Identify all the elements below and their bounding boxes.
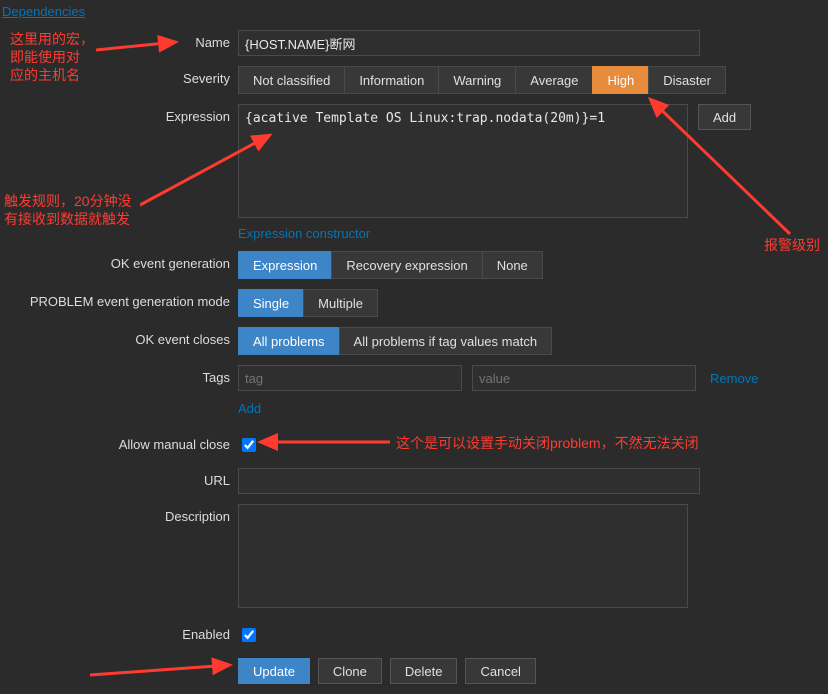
tag-name-input[interactable] (238, 365, 462, 391)
label-enabled: Enabled (0, 622, 238, 648)
name-input[interactable] (238, 30, 700, 56)
label-tags: Tags (0, 365, 238, 391)
label-ok-closes: OK event closes (0, 327, 238, 353)
ok-closes-group: All problemsAll problems if tag values m… (238, 327, 828, 355)
seg-average[interactable]: Average (515, 66, 593, 94)
tag-value-input[interactable] (472, 365, 696, 391)
url-input[interactable] (238, 468, 700, 494)
update-button[interactable]: Update (238, 658, 310, 684)
enabled-checkbox[interactable] (242, 628, 256, 642)
seg-multiple[interactable]: Multiple (303, 289, 378, 317)
ok-gen-group: ExpressionRecovery expressionNone (238, 251, 828, 279)
severity-group: Not classifiedInformationWarningAverageH… (238, 66, 828, 94)
label-problem-mode: PROBLEM event generation mode (0, 289, 238, 315)
label-expression: Expression (0, 104, 238, 130)
manual-close-checkbox[interactable] (242, 438, 256, 452)
label-description: Description (0, 504, 238, 530)
seg-all-problems[interactable]: All problems (238, 327, 340, 355)
seg-not-classified[interactable]: Not classified (238, 66, 345, 94)
seg-none[interactable]: None (482, 251, 543, 279)
add-tag-link[interactable]: Add (238, 401, 261, 416)
label-manual-close: Allow manual close (0, 432, 238, 458)
problem-mode-group: SingleMultiple (238, 289, 828, 317)
label-url: URL (0, 468, 238, 494)
cancel-button[interactable]: Cancel (465, 658, 535, 684)
add-expression-button[interactable]: Add (698, 104, 751, 130)
seg-single[interactable]: Single (238, 289, 304, 317)
label-severity: Severity (0, 66, 238, 92)
trigger-form: Name Severity Not classifiedInformationW… (0, 30, 828, 694)
description-textarea[interactable] (238, 504, 688, 608)
seg-recovery-expression[interactable]: Recovery expression (331, 251, 482, 279)
clone-button[interactable]: Clone (318, 658, 382, 684)
delete-button[interactable]: Delete (390, 658, 458, 684)
label-ok-gen: OK event generation (0, 251, 238, 277)
label-name: Name (0, 30, 238, 56)
remove-tag-link[interactable]: Remove (710, 371, 758, 386)
seg-high[interactable]: High (592, 66, 649, 94)
seg-warning[interactable]: Warning (438, 66, 516, 94)
expression-constructor-link[interactable]: Expression constructor (238, 226, 370, 241)
tab-dependencies[interactable]: Dependencies (2, 4, 85, 19)
seg-information[interactable]: Information (344, 66, 439, 94)
seg-expression[interactable]: Expression (238, 251, 332, 279)
expression-textarea[interactable]: {acative Template OS Linux:trap.nodata(2… (238, 104, 688, 218)
seg-disaster[interactable]: Disaster (648, 66, 726, 94)
seg-all-problems-if-tag-values-match[interactable]: All problems if tag values match (339, 327, 553, 355)
